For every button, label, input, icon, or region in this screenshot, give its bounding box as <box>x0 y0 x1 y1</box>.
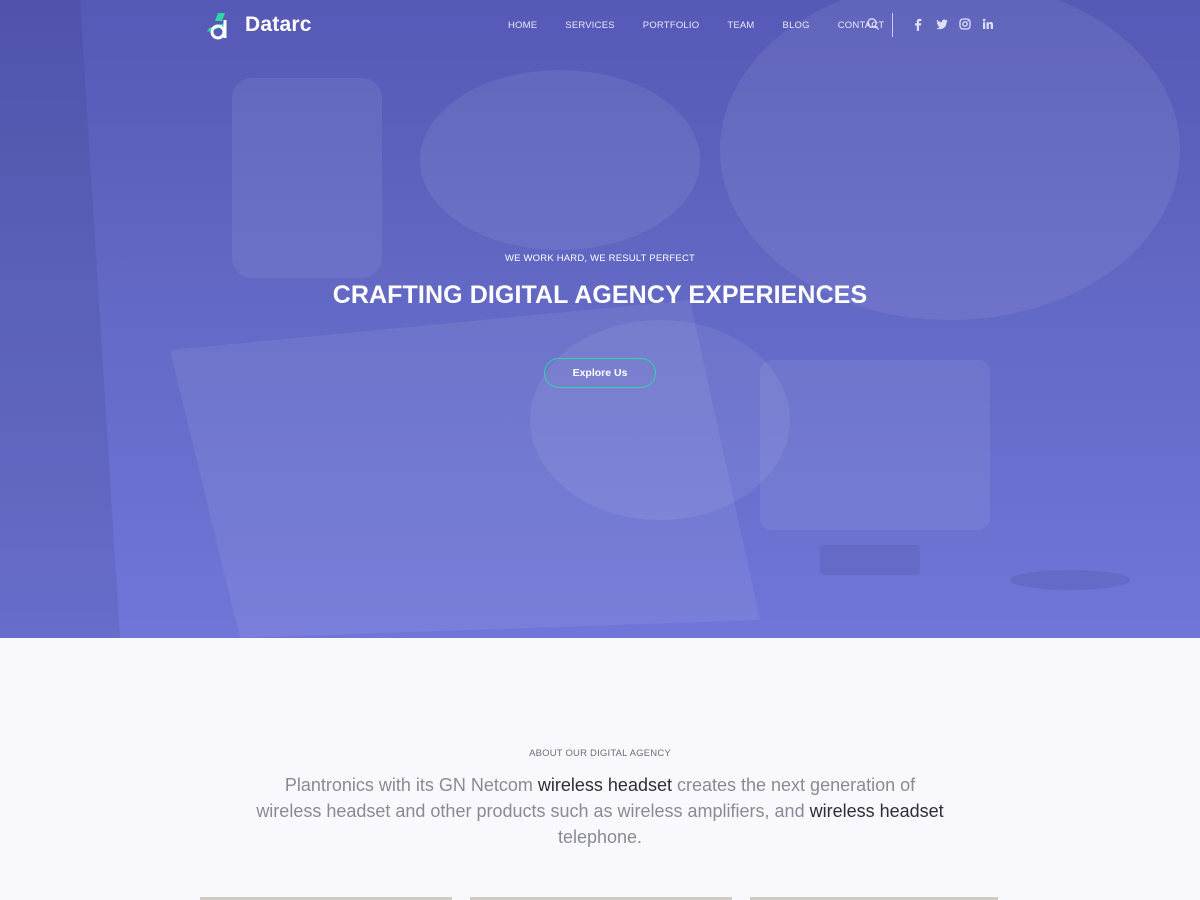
about-text-part: telephone. <box>557 827 643 847</box>
facebook-icon[interactable] <box>913 18 936 32</box>
main-nav: HOME SERVICES PORTFOLIO TEAM BLOG CONTAC… <box>508 20 912 31</box>
nav-team[interactable]: TEAM <box>727 20 754 31</box>
hero-background-photo <box>0 0 1180 638</box>
logo[interactable]: Datarc <box>205 9 312 41</box>
about-description: Plantronics with its GN Netcom wireless … <box>250 772 950 850</box>
search-icon[interactable] <box>866 17 880 36</box>
brand-name: Datarc <box>245 13 312 36</box>
about-subtitle: ABOUT OUR DIGITAL AGENCY <box>529 748 671 759</box>
about-text-part: Plantronics with its GN Netcom <box>284 775 538 795</box>
logo-icon <box>207 13 227 40</box>
hero-title: CRAFTING DIGITAL AGENCY EXPERIENCES <box>332 281 868 309</box>
highlight-text: wireless headset <box>809 801 944 821</box>
highlight-text: wireless headset <box>537 775 672 795</box>
twitter-icon[interactable] <box>936 18 959 32</box>
explore-button[interactable]: Explore Us <box>544 358 656 388</box>
navbar: Datarc HOME SERVICES PORTFOLIO TEAM BLOG… <box>0 0 1200 52</box>
hero-section: Datarc HOME SERVICES PORTFOLIO TEAM BLOG… <box>0 0 1200 638</box>
nav-blog[interactable]: BLOG <box>783 20 810 31</box>
nav-portfolio[interactable]: PORTFOLIO <box>643 20 700 31</box>
nav-home[interactable]: HOME <box>508 20 537 31</box>
social-links <box>913 18 1005 32</box>
linkedin-icon[interactable] <box>982 18 1005 32</box>
nav-divider <box>892 13 893 37</box>
instagram-icon[interactable] <box>959 18 982 32</box>
hero-subtitle: WE WORK HARD, WE RESULT PERFECT <box>504 253 696 264</box>
nav-services[interactable]: SERVICES <box>565 20 614 31</box>
